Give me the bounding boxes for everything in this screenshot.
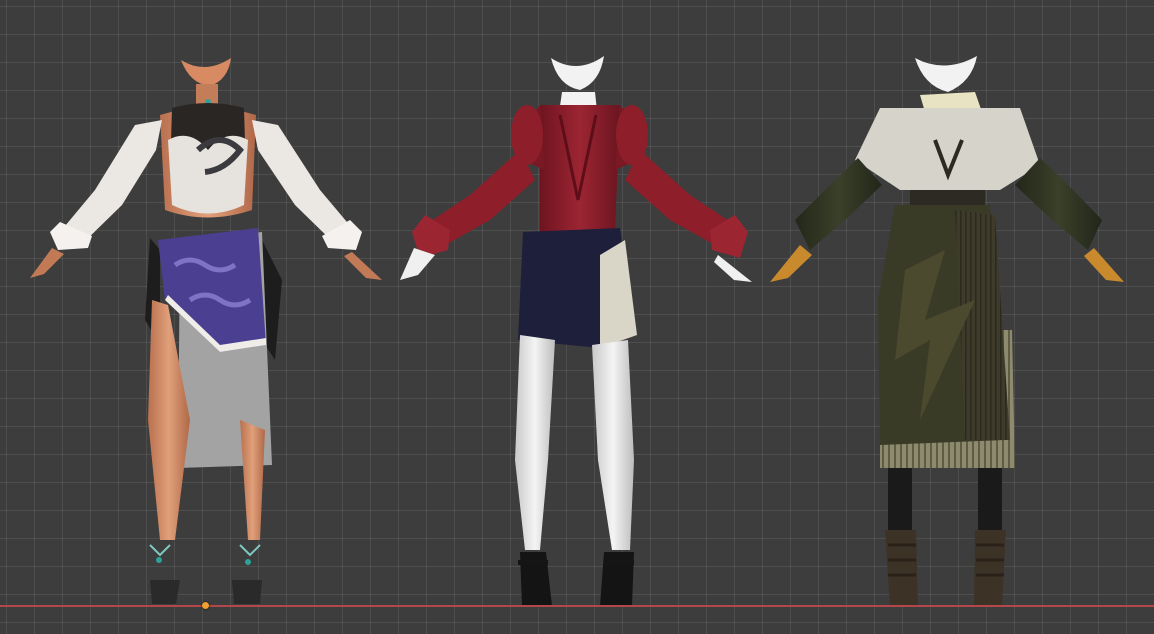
head-socket bbox=[551, 56, 604, 90]
right-leg bbox=[240, 420, 265, 540]
jacket bbox=[540, 105, 620, 239]
origin-marker[interactable] bbox=[202, 602, 209, 609]
right-arm bbox=[252, 120, 352, 244]
right-sleeve bbox=[1015, 158, 1102, 250]
right-leg bbox=[978, 468, 1002, 536]
x-axis-line bbox=[0, 605, 1154, 607]
left-arm bbox=[60, 120, 162, 246]
head-socket bbox=[181, 58, 231, 86]
right-leg bbox=[592, 340, 634, 550]
viewport-scene[interactable] bbox=[0, 0, 1154, 634]
left-leg bbox=[888, 468, 912, 536]
left-sleeve bbox=[795, 158, 882, 250]
head-socket bbox=[915, 56, 977, 92]
left-leg bbox=[515, 335, 555, 550]
wrap-skirt bbox=[158, 228, 266, 352]
outfit-model-1[interactable] bbox=[30, 58, 382, 604]
outfit-model-3[interactable] bbox=[770, 56, 1124, 606]
boots bbox=[885, 530, 918, 606]
outfit-model-2[interactable] bbox=[400, 56, 752, 606]
3d-viewport[interactable] bbox=[0, 0, 1154, 634]
